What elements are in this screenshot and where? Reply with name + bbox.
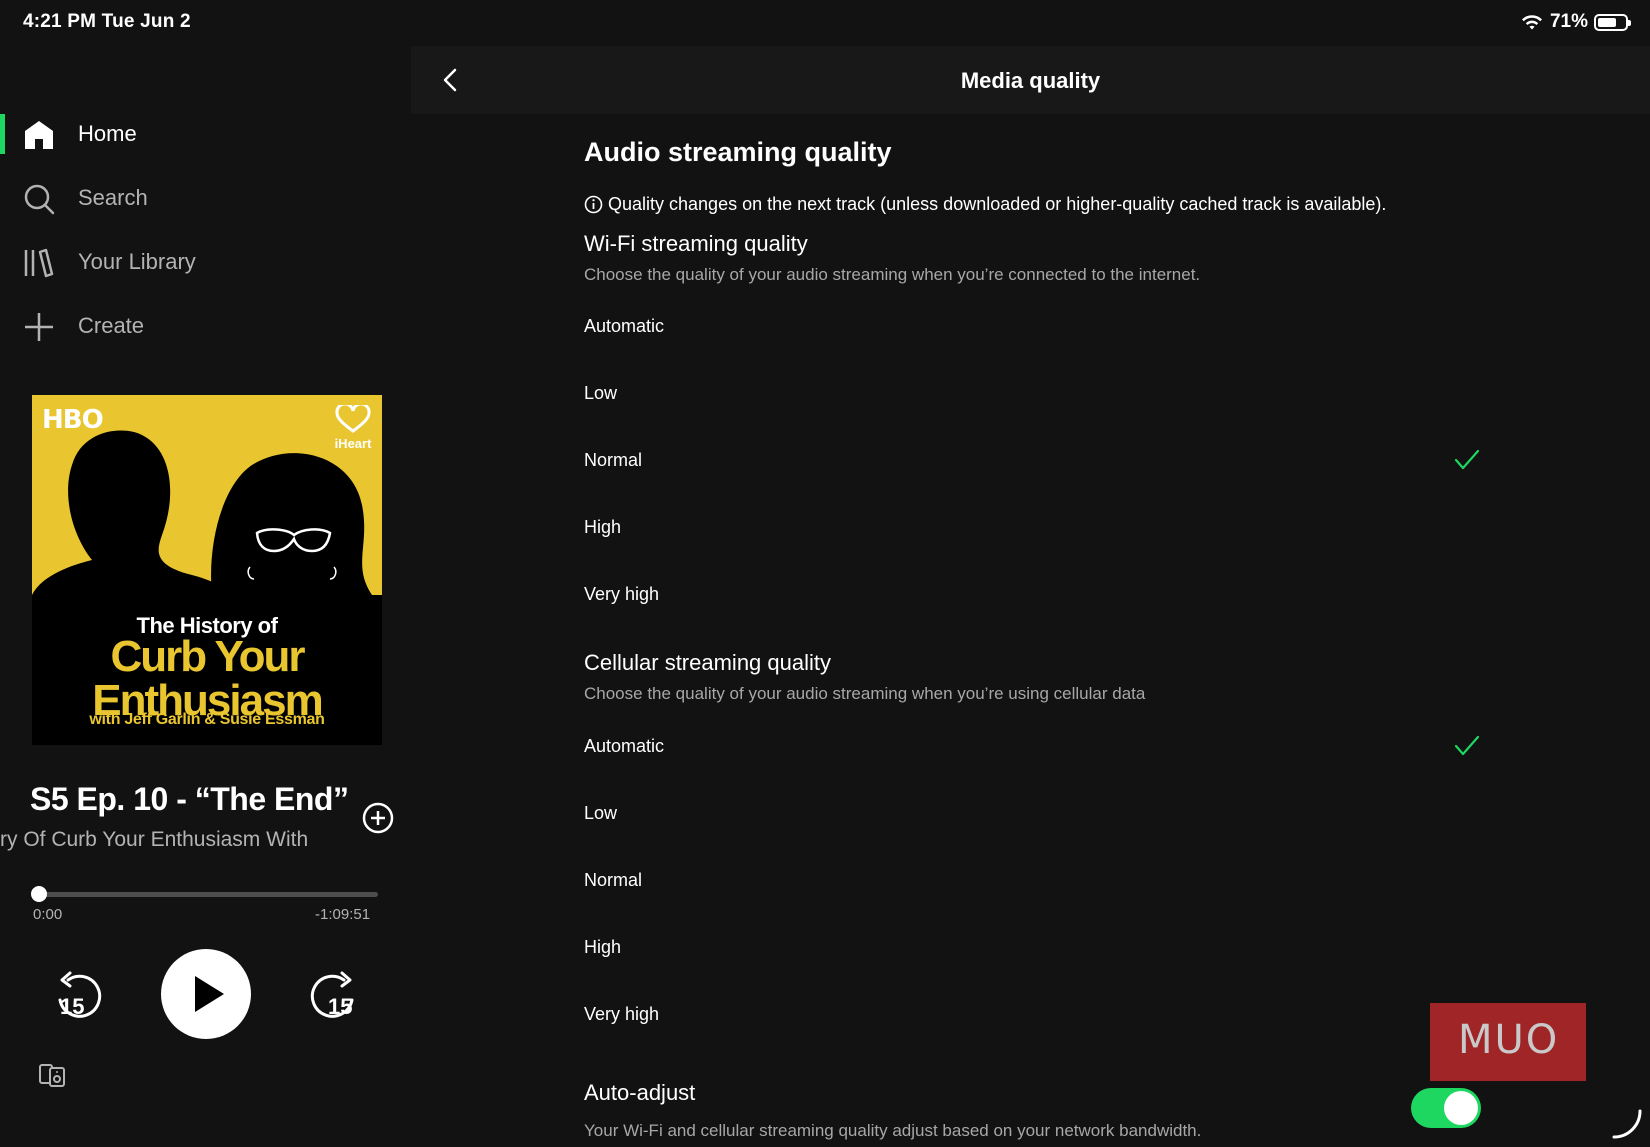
home-icon (25, 121, 53, 149)
main-panel: Media quality Audio streaming quality Qu… (411, 46, 1650, 1147)
battery-icon (1594, 13, 1631, 31)
wifi-option-normal[interactable]: Normal (584, 440, 1484, 480)
play-button[interactable] (161, 949, 251, 1039)
hbo-logo: HBO (42, 405, 104, 435)
option-label: Low (584, 803, 618, 823)
episode-title[interactable]: S5 Ep. 10 - “The End” (30, 781, 349, 818)
resize-handle-icon[interactable] (1610, 1107, 1644, 1141)
battery-percent: 71% (1549, 11, 1588, 32)
sidebar-item-search[interactable]: Search (0, 170, 411, 226)
cover-title-line3: with Jeff Garlin & Susie Essman (89, 711, 325, 728)
option-label: Normal (584, 450, 643, 470)
cover-title-line2: Curb Your Enthusiasm (32, 635, 382, 723)
status-bar: 4:21 PM Tue Jun 2 71% (0, 0, 1650, 46)
add-to-library-button[interactable] (361, 801, 395, 835)
plus-icon (25, 313, 53, 341)
option-label: High (584, 517, 622, 537)
cellular-quality-title: Cellular streaming quality (584, 650, 831, 675)
wifi-quality-title: Wi-Fi streaming quality (584, 231, 808, 256)
option-label: Very high (584, 584, 660, 604)
top-bar: Media quality (411, 46, 1650, 114)
info-text: Quality changes on the next track (unles… (608, 194, 1387, 214)
option-label: Normal (584, 870, 643, 890)
wifi-option-low[interactable]: Low (584, 373, 1484, 413)
progress-bar[interactable] (38, 892, 378, 897)
battery-fill (1598, 17, 1617, 27)
cellular-option-very-high[interactable]: Very high (584, 994, 1484, 1034)
cellular-option-high[interactable]: High (584, 927, 1484, 967)
cellular-option-low[interactable]: Low (584, 793, 1484, 833)
wifi-option-automatic[interactable]: Automatic (584, 306, 1484, 346)
wifi-quality-description: Choose the quality of your audio streami… (584, 265, 1201, 284)
cover-title-curb: Curb Your (110, 632, 305, 681)
cellular-quality-description: Choose the quality of your audio streami… (584, 684, 1146, 703)
wifi-option-very-high[interactable]: Very high (584, 574, 1484, 614)
sidebar-item-label: Your Library (78, 249, 196, 274)
sidebar-item-home[interactable]: Home (0, 106, 411, 162)
cellular-option-normal[interactable]: Normal (584, 860, 1484, 900)
info-note: Quality changes on the next track (unles… (584, 194, 1386, 215)
skip-back-15-button[interactable]: 15 (52, 970, 104, 1022)
sidebar-item-library[interactable]: Your Library (0, 234, 411, 290)
sidebar-item-label: Create (78, 313, 145, 338)
elapsed-time: 0:00 (33, 906, 63, 923)
option-label: High (584, 937, 622, 957)
option-label: Automatic (584, 736, 665, 756)
podcast-cover-art[interactable]: HBO iHeart The History of Curb Your Enth… (32, 395, 382, 745)
option-label: Low (584, 383, 618, 403)
status-time: 4:21 PM Tue Jun 2 (23, 11, 191, 32)
show-name-text: ry Of Curb Your Enthusiasm With (0, 828, 309, 851)
section-title: Audio streaming quality (584, 137, 892, 167)
auto-adjust-toggle[interactable] (1411, 1088, 1481, 1128)
show-name[interactable]: ry Of Curb Your Enthusiasm With (0, 828, 345, 852)
wifi-option-high[interactable]: High (584, 507, 1484, 547)
checkmark-icon (1454, 449, 1480, 470)
option-label: Automatic (584, 316, 665, 336)
sidebar-item-label: Home (78, 121, 137, 146)
remaining-time: -1:09:51 (315, 906, 371, 923)
toggle-knob (1444, 1091, 1478, 1125)
search-icon (24, 184, 55, 215)
watermark-text: MUO (1458, 1017, 1560, 1063)
sidebar-item-label: Search (78, 185, 148, 210)
iheart-logo: iHeart (334, 402, 372, 451)
muo-watermark: MUO (1430, 1003, 1586, 1081)
sidebar-item-create[interactable]: Create (0, 298, 411, 354)
skip-forward-icon: 15 (310, 971, 354, 1019)
skip-back-icon: 15 (58, 971, 102, 1019)
auto-adjust-title: Auto-adjust (584, 1080, 696, 1105)
skip-forward-label: 15 (328, 994, 352, 1019)
library-icon (24, 248, 54, 278)
auto-adjust-description: Your Wi-Fi and cellular streaming qualit… (584, 1121, 1202, 1140)
iheart-label: iHeart (334, 436, 372, 451)
checkmark-icon (1454, 735, 1480, 756)
skip-back-label: 15 (60, 994, 84, 1019)
status-indicators: 71% (1520, 11, 1631, 33)
cellular-option-automatic[interactable]: Automatic (584, 726, 1484, 766)
info-icon (584, 195, 603, 214)
sidebar: Home Search Your Library Create HBO iHea… (0, 46, 411, 1147)
play-icon (195, 976, 224, 1012)
wifi-icon (1521, 15, 1542, 30)
iheart-icon (335, 402, 371, 433)
page-title: Media quality (960, 68, 1101, 93)
progress-knob[interactable] (31, 886, 47, 902)
connect-devices-icon[interactable] (38, 1062, 68, 1090)
skip-forward-15-button[interactable]: 15 (308, 970, 360, 1022)
option-label: Very high (584, 1004, 660, 1024)
